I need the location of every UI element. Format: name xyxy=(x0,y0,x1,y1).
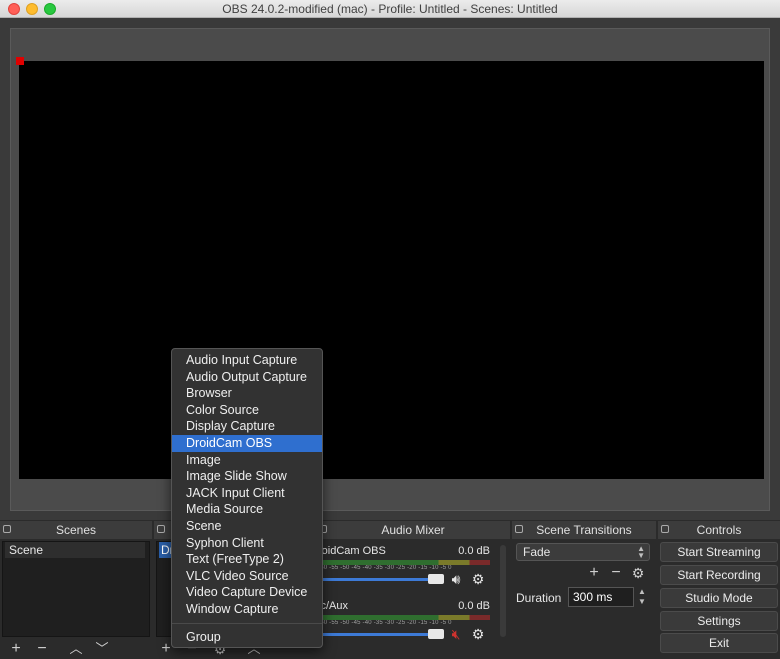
audio-track: ic/Aux 0.0 dB -60 -55 -50 -45 -40 -35 -3… xyxy=(316,600,496,654)
menu-item-droidcam-obs[interactable]: DroidCam OBS xyxy=(172,434,322,452)
menu-item-vlc-video-source[interactable]: VLC Video Source xyxy=(172,568,322,585)
track-db: 0.0 dB xyxy=(458,600,490,612)
volume-slider-handle[interactable] xyxy=(428,629,444,639)
start-streaming-button[interactable]: Start Streaming xyxy=(660,542,778,562)
settings-button[interactable]: Settings xyxy=(660,611,778,631)
select-arrows-icon: ▲ ▼ xyxy=(637,544,645,560)
add-scene-icon[interactable]: + xyxy=(8,641,24,657)
menu-item-window-capture[interactable]: Window Capture xyxy=(172,601,322,618)
zoom-window-icon[interactable] xyxy=(44,3,56,15)
track-name: roidCam OBS xyxy=(318,545,386,557)
remove-transition-icon[interactable]: − xyxy=(608,565,624,581)
menu-item-jack-input-client[interactable]: JACK Input Client xyxy=(172,485,322,502)
transition-value: Fade xyxy=(523,545,551,559)
menu-item-image-slide-show[interactable]: Image Slide Show xyxy=(172,468,322,485)
volume-slider[interactable] xyxy=(318,578,444,581)
menu-item-scene[interactable]: Scene xyxy=(172,518,322,535)
dock-float-icon[interactable] xyxy=(3,525,11,533)
menu-item-browser[interactable]: Browser xyxy=(172,385,322,402)
scene-transitions-title: Scene Transitions xyxy=(536,523,632,537)
preview-canvas[interactable] xyxy=(19,61,764,479)
minimize-window-icon[interactable] xyxy=(26,3,38,15)
gear-icon[interactable]: ⚙ xyxy=(470,571,486,587)
muted-speaker-icon[interactable]: 🔇︎ xyxy=(448,626,464,642)
title-bar: OBS 24.0.2-modified (mac) - Profile: Unt… xyxy=(0,0,780,18)
controls-dock: Controls Start Streaming Start Recording… xyxy=(658,521,780,659)
window-title: OBS 24.0.2-modified (mac) - Profile: Unt… xyxy=(222,2,558,16)
move-up-icon[interactable]: ︿ xyxy=(68,641,84,657)
remove-scene-icon[interactable]: − xyxy=(34,641,50,657)
scenes-header: Scenes xyxy=(0,521,152,539)
controls-header: Controls xyxy=(658,521,780,539)
scene-item[interactable]: Scene xyxy=(5,542,145,558)
close-window-icon[interactable] xyxy=(8,3,20,15)
menu-separator xyxy=(172,622,322,624)
meter-scale: -60 -55 -50 -45 -40 -35 -30 -25 -20 -15 … xyxy=(318,565,452,571)
scenes-dock: Scenes Scene + − ︿ ﹀ xyxy=(0,521,152,659)
gear-icon[interactable]: ⚙ xyxy=(470,626,486,642)
menu-item-audio-output-capture[interactable]: Audio Output Capture xyxy=(172,369,322,386)
speaker-icon[interactable]: 🔊︎ xyxy=(448,571,464,587)
studio-mode-button[interactable]: Studio Mode xyxy=(660,588,778,608)
scenes-toolbar: + − ︿ ﹀ xyxy=(0,639,152,659)
scene-transitions-dock: Scene Transitions Fade ▲ ▼ + − ⚙ Duration… xyxy=(512,521,656,659)
track-db: 0.0 dB xyxy=(458,545,490,557)
menu-item-color-source[interactable]: Color Source xyxy=(172,402,322,419)
mixer-scrollbar[interactable] xyxy=(500,545,506,637)
scene-transitions-header: Scene Transitions xyxy=(512,521,656,539)
menu-item-image[interactable]: Image xyxy=(172,452,322,469)
meter-scale: -60 -55 -50 -45 -40 -35 -30 -25 -20 -15 … xyxy=(318,620,452,626)
source-resize-handle[interactable] xyxy=(16,57,24,65)
volume-slider-handle[interactable] xyxy=(428,574,444,584)
duration-label: Duration xyxy=(516,591,562,605)
audio-track: roidCam OBS 0.0 dB -60 -55 -50 -45 -40 -… xyxy=(316,545,496,599)
dock-float-icon[interactable] xyxy=(661,525,669,533)
add-transition-icon[interactable]: + xyxy=(586,565,602,581)
controls-title: Controls xyxy=(696,523,742,537)
dock-float-icon[interactable] xyxy=(157,525,165,533)
duration-input[interactable]: 300 ms xyxy=(568,587,634,607)
menu-item-syphon-client[interactable]: Syphon Client xyxy=(172,535,322,552)
move-down-icon[interactable]: ﹀ xyxy=(94,641,110,657)
audio-mixer-title: Audio Mixer xyxy=(381,523,445,537)
start-recording-button[interactable]: Start Recording xyxy=(660,565,778,585)
menu-item-text-freetype2[interactable]: Text (FreeType 2) xyxy=(172,551,322,568)
menu-item-media-source[interactable]: Media Source xyxy=(172,501,322,518)
scenes-title: Scenes xyxy=(55,523,97,537)
menu-item-display-capture[interactable]: Display Capture xyxy=(172,418,322,435)
volume-slider[interactable] xyxy=(318,633,444,636)
transition-select[interactable]: Fade ▲ ▼ xyxy=(516,543,650,561)
add-source-menu: Audio Input Capture Audio Output Capture… xyxy=(171,348,323,648)
menu-item-audio-input-capture[interactable]: Audio Input Capture xyxy=(172,352,322,369)
audio-mixer-dock: Audio Mixer roidCam OBS 0.0 dB -60 -55 -… xyxy=(316,521,510,659)
dock-float-icon[interactable] xyxy=(515,525,523,533)
scenes-list[interactable]: Scene xyxy=(2,541,150,637)
duration-stepper[interactable]: ▲ ▼ xyxy=(636,587,648,607)
audio-mixer-header: Audio Mixer xyxy=(316,521,510,539)
transition-properties-icon[interactable]: ⚙ xyxy=(630,565,646,581)
menu-item-group[interactable]: Group xyxy=(172,629,322,646)
menu-item-video-capture-device[interactable]: Video Capture Device xyxy=(172,584,322,601)
exit-button[interactable]: Exit xyxy=(660,633,778,653)
